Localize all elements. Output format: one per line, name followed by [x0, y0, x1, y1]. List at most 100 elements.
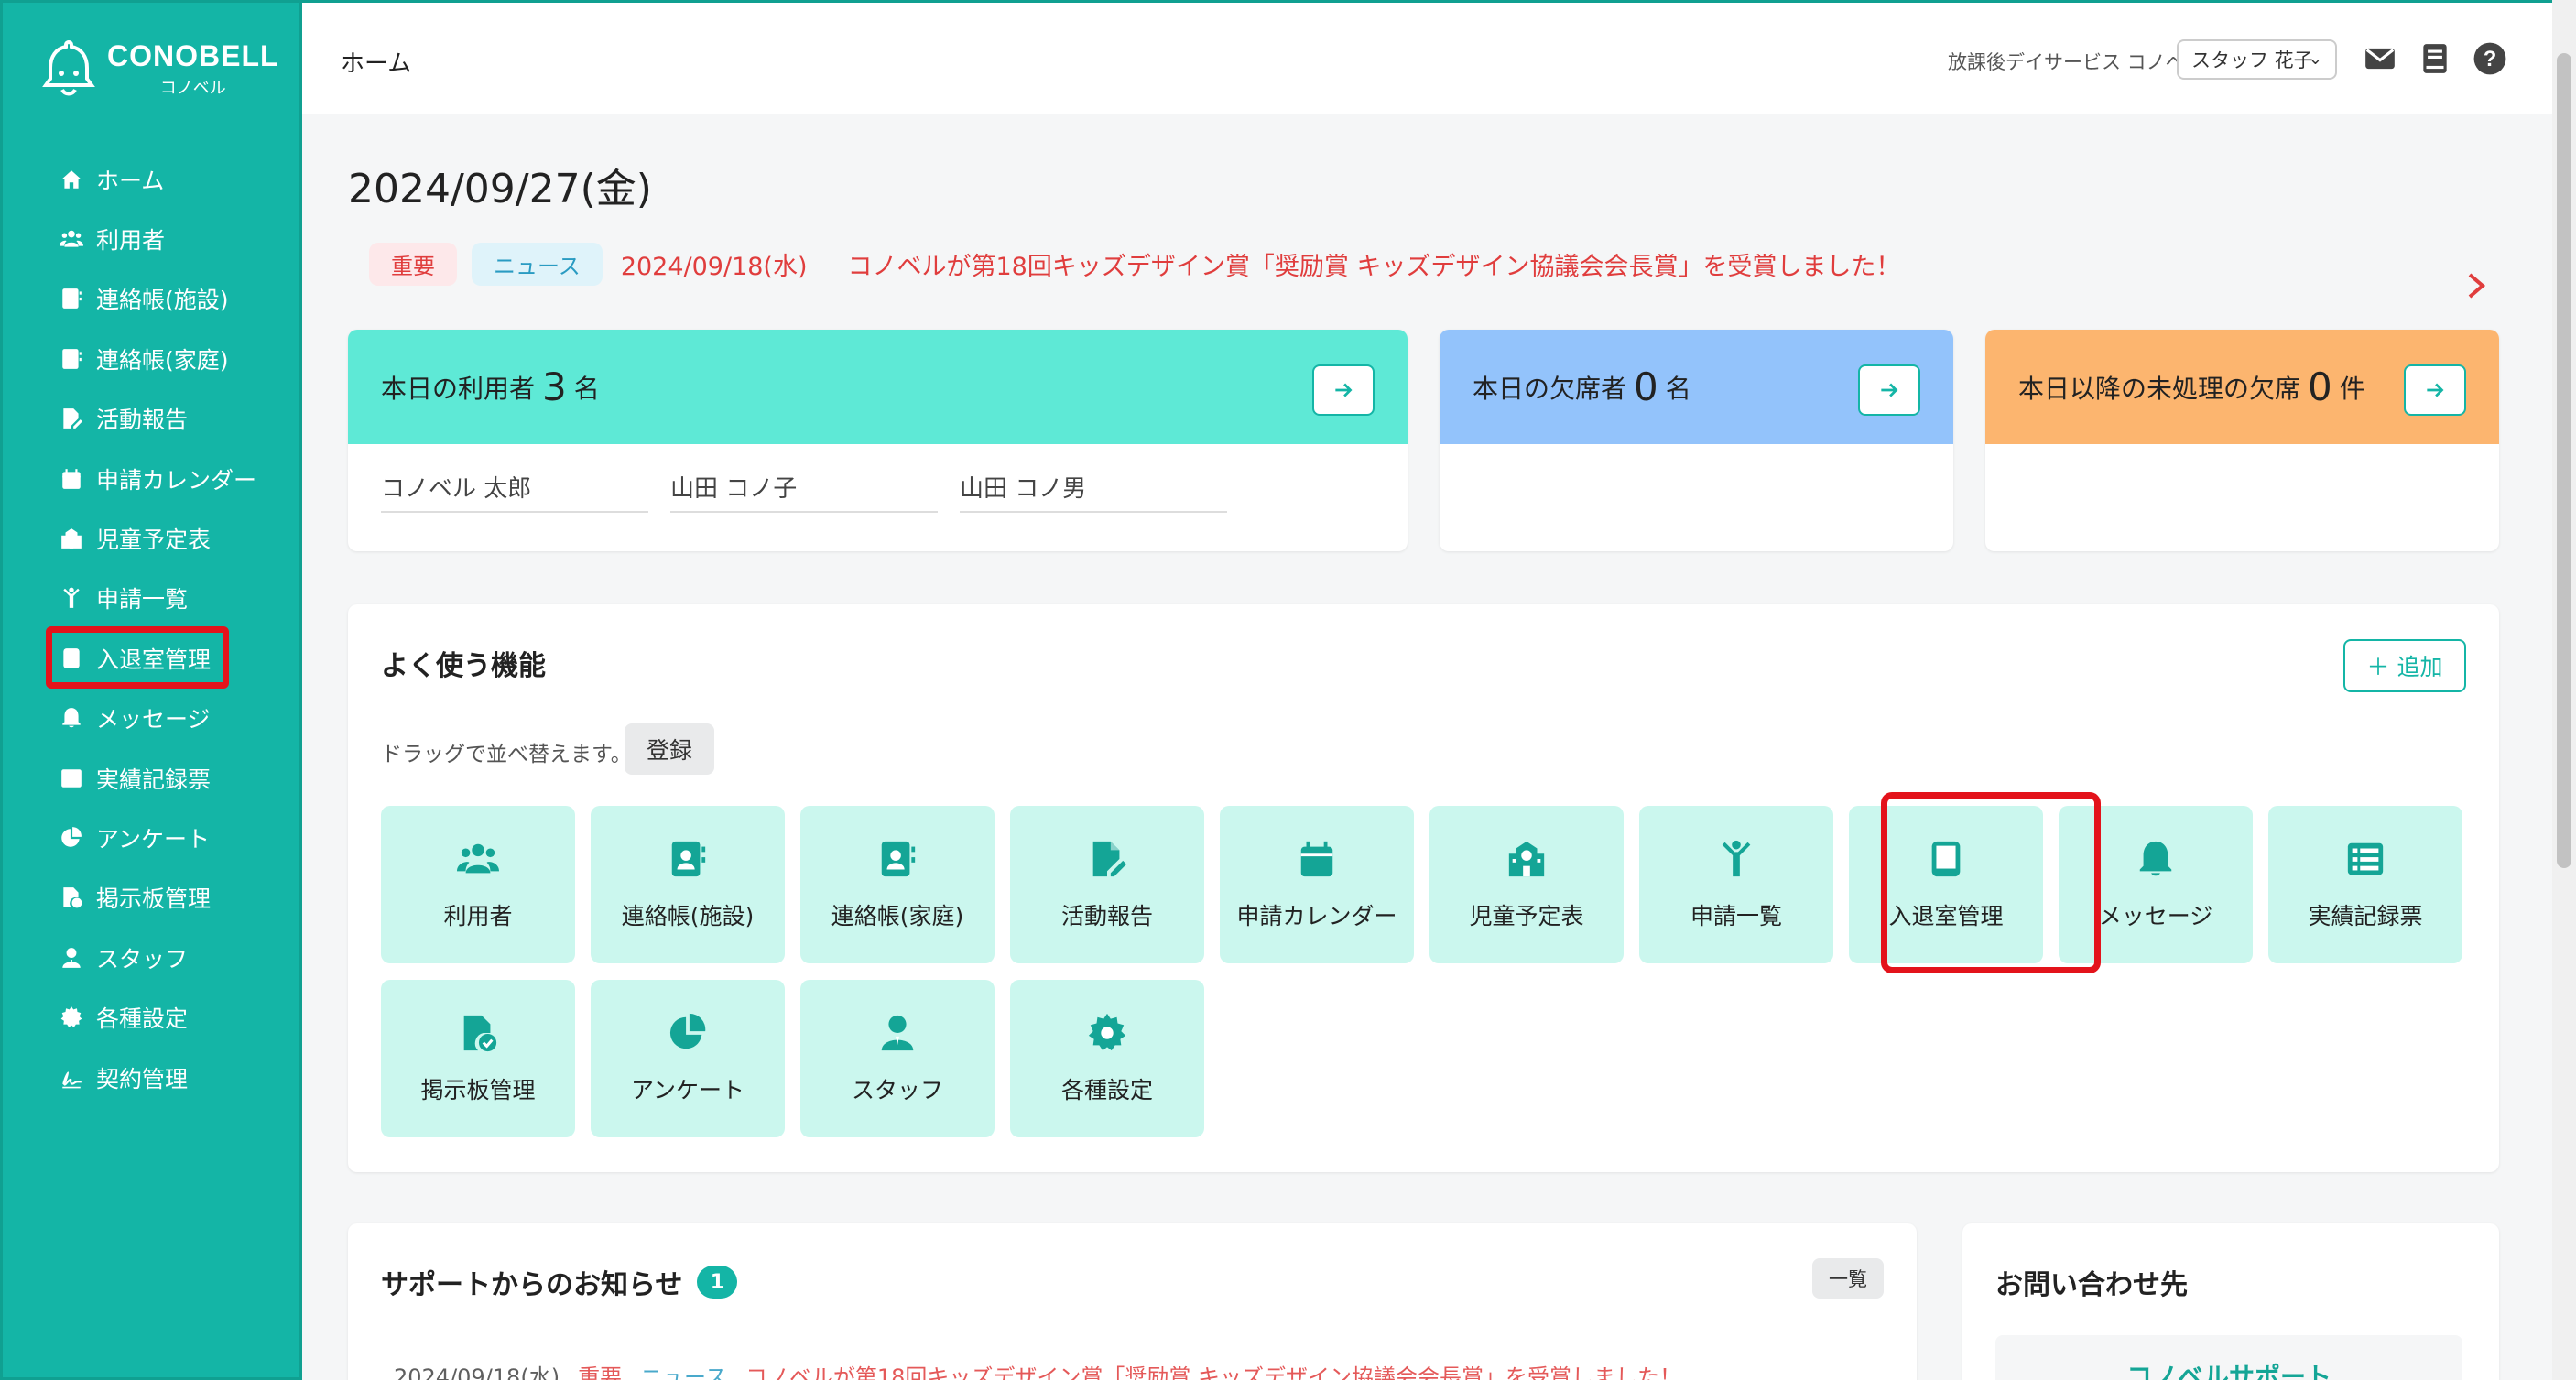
mail-icon[interactable] [2363, 41, 2397, 76]
important-badge: 重要 [369, 242, 457, 286]
users-icon [457, 838, 499, 886]
sidebar-item-label: 申請一覧 [96, 586, 189, 614]
today-users-unit: 名 [573, 373, 600, 404]
file-edit-icon [60, 407, 83, 430]
unprocessed-arrow-button[interactable] [2404, 364, 2466, 416]
sidebar-item-label: 児童予定表 [96, 527, 212, 554]
favorite-tile-label: 連絡帳(施設) [621, 903, 755, 929]
notice-count-badge: 1 [697, 1266, 738, 1299]
calendar-icon [60, 467, 83, 491]
favorite-tile[interactable]: 連絡帳(家庭) [800, 806, 995, 963]
topbar: ホーム 放課後デイサービス コノベル スタッフ 花子 ⌄ ? [302, 0, 2576, 114]
chevron-down-icon: ⌄ [2308, 49, 2322, 69]
pie-chart-icon [60, 826, 83, 850]
bell-icon [2135, 838, 2177, 886]
favorite-tile-label: 各種設定 [1060, 1077, 1153, 1103]
today-absent-header: 本日の欠席者 0 名 [1440, 330, 1953, 444]
home-icon [60, 168, 83, 191]
contact-book-icon [667, 838, 709, 886]
calendar-icon [1296, 838, 1338, 886]
sidebar-item-0[interactable]: ホーム [3, 149, 299, 209]
file-check-icon [457, 1012, 499, 1059]
sidebar-item-label: アンケート [96, 825, 211, 853]
sidebar-item-13[interactable]: スタッフ [3, 928, 299, 987]
staff-icon [876, 1012, 918, 1059]
users-icon [60, 227, 83, 251]
svg-text:?: ? [2484, 47, 2497, 71]
user-name[interactable]: 山田 コノ子 [670, 470, 938, 513]
sidebar-item-6[interactable]: 児童予定表 [3, 508, 299, 568]
today-absent-unit: 名 [1665, 373, 1691, 404]
favorite-tile[interactable]: 各種設定 [1010, 980, 1204, 1137]
sidebar-item-5[interactable]: 申請カレンダー [3, 449, 299, 508]
notice-list-button[interactable]: 一覧 [1812, 1258, 1884, 1299]
help-icon[interactable]: ? [2473, 41, 2507, 76]
sidebar-item-12[interactable]: 掲示板管理 [3, 868, 299, 928]
sidebar-item-3[interactable]: 連絡帳(家庭) [3, 329, 299, 388]
sidebar-item-11[interactable]: アンケート [3, 808, 299, 867]
contact-panel: お問い合わせ先 コノベルサポート [1962, 1223, 2499, 1380]
sidebar-item-label: 申請カレンダー [96, 466, 257, 494]
sidebar-item-2[interactable]: 連絡帳(施設) [3, 269, 299, 329]
arrow-right-icon [1335, 383, 1353, 397]
sidebar-item-14[interactable]: 各種設定 [3, 987, 299, 1047]
school-icon [1505, 838, 1548, 886]
add-favorite-button[interactable]: ＋ 追加 [2343, 639, 2466, 692]
unprocessed-label: 本日以降の未処理の欠席 [2018, 373, 2301, 404]
sidebar-item-1[interactable]: 利用者 [3, 209, 299, 268]
favorite-tile[interactable]: 申請一覧 [1639, 806, 1833, 963]
contact-title: お問い合わせ先 [1995, 1269, 2188, 1301]
sidebar-item-7[interactable]: 申請一覧 [3, 569, 299, 628]
table-list-icon [60, 766, 83, 790]
notice-date: 2024/09/18(水) [394, 1364, 560, 1380]
favorite-tile-label: 申請カレンダー [1236, 903, 1397, 929]
highlight-box-sidebar [46, 626, 229, 689]
signature-icon [60, 1066, 83, 1090]
favorites-panel: よく使う機能 ＋ 追加 ドラッグで並べ替えます。 登録 利用者 連絡帳(施設) 連絡… [348, 604, 2499, 1172]
favorite-tile[interactable]: 申請カレンダー [1220, 806, 1414, 963]
today-absent-arrow-button[interactable] [1858, 364, 1920, 416]
sidebar-item-label: 利用者 [96, 227, 166, 255]
news-date: 2024/09/18(水) [620, 252, 808, 281]
favorite-tile[interactable]: アンケート [591, 980, 785, 1137]
logo[interactable]: CONOBELL コノベル [41, 36, 279, 102]
sidebar-item-label: ホーム [96, 167, 165, 194]
favorite-tile-label: 掲示板管理 [420, 1077, 536, 1103]
file-edit-icon [1086, 838, 1128, 886]
staff-select[interactable]: スタッフ 花子 ⌄ [2177, 39, 2337, 80]
favorite-tile-label: 活動報告 [1060, 903, 1153, 929]
favorite-tile[interactable]: 児童予定表 [1429, 806, 1624, 963]
today-absent-count: 0 [1634, 364, 1658, 409]
page-date: 2024/09/27(金) [348, 166, 652, 212]
sidebar-item-15[interactable]: 契約管理 [3, 1048, 299, 1107]
file-check-icon [60, 886, 83, 909]
favorite-tile[interactable]: 実績記録票 [2268, 806, 2462, 963]
chevron-right-icon[interactable] [2462, 267, 2490, 304]
notice-row[interactable]: 2024/09/18(水) 重要 ニュース コノベルが第18回キッズデザイン賞「… [394, 1359, 1681, 1380]
staff-select-value: スタッフ 花子 [2191, 49, 2313, 71]
sidebar-item-10[interactable]: 実績記録票 [3, 748, 299, 808]
news-banner[interactable]: 重要 ニュース 2024/09/18(水) コノベルが第18回キッズデザイン賞「… [369, 242, 2521, 286]
gear-icon [1086, 1012, 1128, 1059]
news-text[interactable]: コノベルが第18回キッズデザイン賞「奨励賞 キッズデザイン協議会会長賞」を受賞し… [848, 246, 1901, 282]
user-name[interactable]: コノベル 太郎 [381, 470, 648, 513]
scrollbar[interactable] [2552, 0, 2576, 1380]
sidebar-item-4[interactable]: 活動報告 [3, 389, 299, 449]
favorite-tile[interactable]: 連絡帳(施設) [591, 806, 785, 963]
register-button[interactable]: 登録 [625, 723, 714, 775]
user-name[interactable]: 山田 コノ男 [960, 470, 1227, 513]
today-users-count: 3 [542, 364, 567, 409]
today-users-arrow-button[interactable] [1312, 364, 1375, 416]
favorite-tile[interactable]: 掲示板管理 [381, 980, 575, 1137]
sidebar-item-9[interactable]: メッセージ [3, 689, 299, 748]
sidebar-item-label: 連絡帳(家庭) [96, 346, 229, 374]
breadcrumb: ホーム [341, 50, 412, 78]
sidebar-item-label: メッセージ [96, 706, 211, 733]
sidebar-item-label: 掲示板管理 [96, 886, 212, 913]
favorite-tile[interactable]: スタッフ [800, 980, 995, 1137]
favorite-tile[interactable]: 活動報告 [1010, 806, 1204, 963]
favorite-tile[interactable]: 利用者 [381, 806, 575, 963]
scrollbar-thumb[interactable] [2557, 53, 2571, 868]
manual-book-icon[interactable] [2418, 41, 2452, 76]
add-favorite-label: 追加 [2397, 654, 2443, 680]
